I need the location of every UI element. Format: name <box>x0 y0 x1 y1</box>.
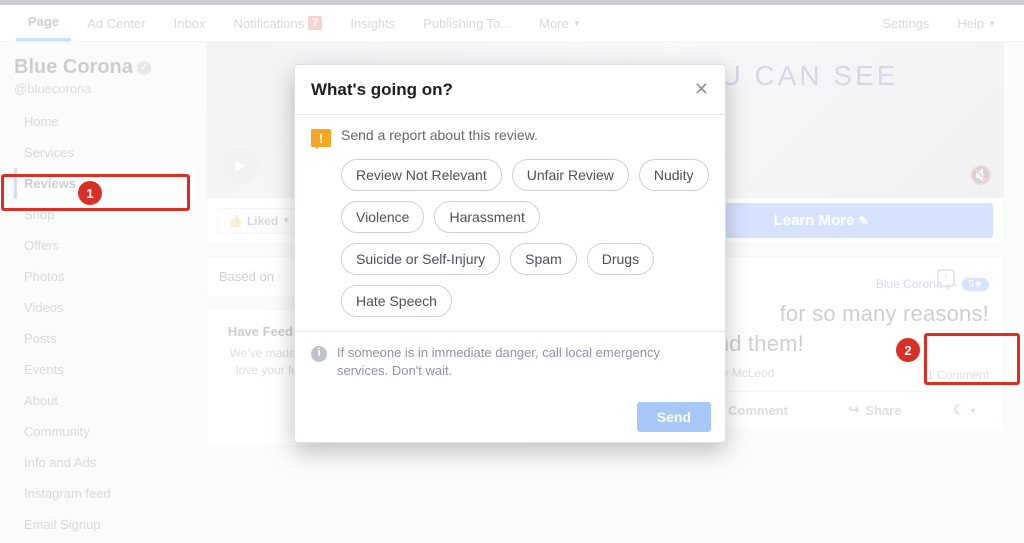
reason-suicide-or-self-injury[interactable]: Suicide or Self-Injury <box>341 243 500 275</box>
reason-unfair-review[interactable]: Unfair Review <box>512 159 629 191</box>
reason-nudity[interactable]: Nudity <box>639 159 709 191</box>
close-icon[interactable]: ✕ <box>694 79 709 100</box>
reason-harassment[interactable]: Harassment <box>434 201 539 233</box>
reason-spam[interactable]: Spam <box>510 243 577 275</box>
annotation-badge-1: 1 <box>78 181 102 205</box>
modal-title: What's going on? <box>311 80 453 100</box>
annotation-badge-2: 2 <box>896 338 920 362</box>
info-icon: i <box>311 346 327 362</box>
report-reasons: Review Not Relevant Unfair Review Nudity… <box>295 159 725 331</box>
reason-violence[interactable]: Violence <box>341 201 424 233</box>
modal-prompt: Send a report about this review. <box>341 127 538 143</box>
reason-drugs[interactable]: Drugs <box>587 243 654 275</box>
modal-warning: i If someone is in immediate danger, cal… <box>295 332 725 392</box>
reason-review-not-relevant[interactable]: Review Not Relevant <box>341 159 502 191</box>
reason-hate-speech[interactable]: Hate Speech <box>341 285 452 317</box>
send-button[interactable]: Send <box>637 402 711 432</box>
report-flag-icon: ! <box>311 129 331 147</box>
report-review-modal: What's going on? ✕ ! Send a report about… <box>294 64 726 443</box>
